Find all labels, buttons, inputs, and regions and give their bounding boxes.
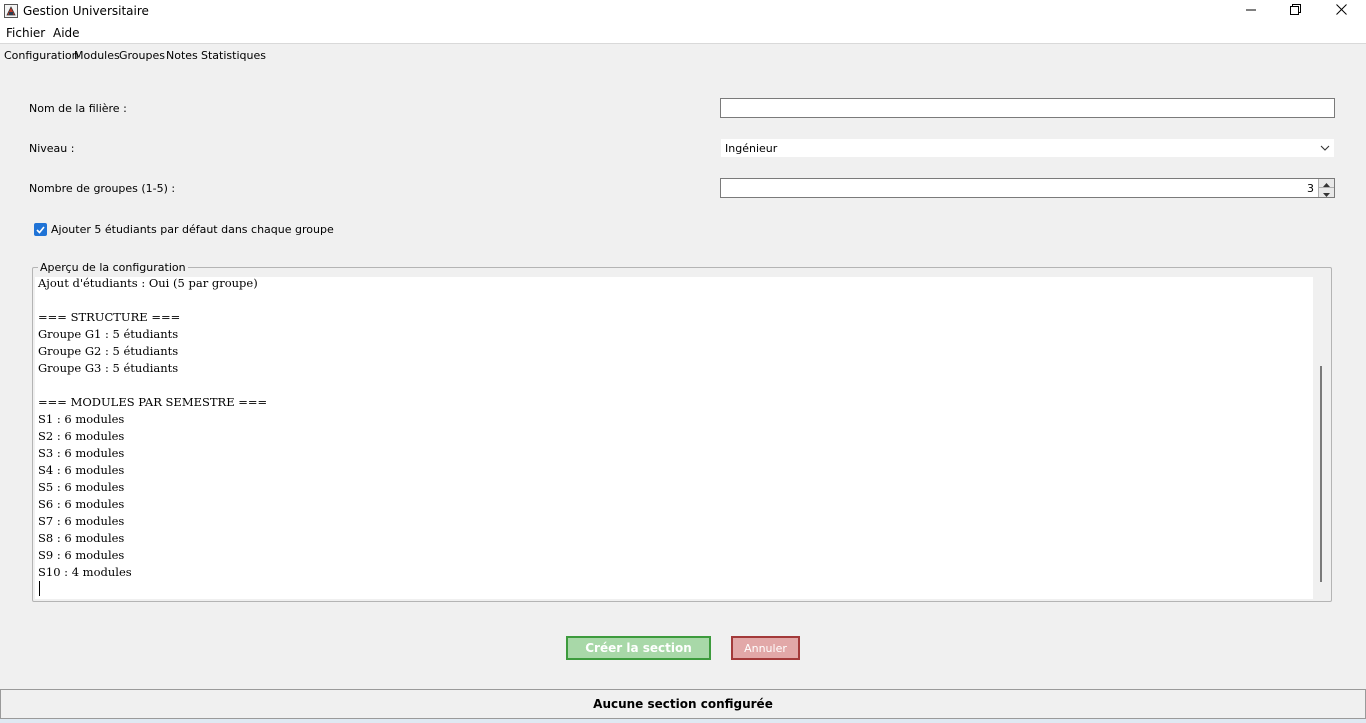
preview-line: S8 : 6 modules — [38, 531, 125, 545]
menu-fichier[interactable]: Fichier — [6, 26, 45, 40]
menu-aide[interactable]: Aide — [53, 26, 80, 40]
checkmark-icon — [36, 223, 45, 237]
chevron-down-icon — [1320, 142, 1330, 156]
window-title: Gestion Universitaire — [23, 4, 149, 18]
niveau-label: Niveau : — [29, 142, 75, 155]
preview-line: S1 : 6 modules — [38, 412, 125, 426]
preview-title: Aperçu de la configuration — [38, 261, 188, 274]
niveau-select[interactable]: Ingénieur — [720, 138, 1335, 158]
groupes-value: 3 — [1307, 182, 1314, 195]
tab-groupes[interactable]: Groupes — [119, 49, 165, 62]
preview-line: S3 : 6 modules — [38, 446, 125, 460]
cancel-button[interactable]: Annuler — [731, 636, 800, 660]
preview-line: S9 : 6 modules — [38, 548, 125, 562]
title-bar: Gestion Universitaire — [0, 0, 1366, 22]
restore-icon — [1289, 4, 1301, 18]
default-students-label[interactable]: Ajouter 5 étudiants par défaut dans chaq… — [51, 223, 334, 236]
preview-line: S10 : 4 modules — [38, 565, 132, 579]
minimize-button[interactable] — [1228, 0, 1274, 22]
minimize-icon — [1246, 4, 1256, 18]
default-students-checkbox[interactable] — [34, 223, 47, 236]
java-app-icon — [4, 4, 18, 18]
tab-statistiques[interactable]: Statistiques — [201, 49, 266, 62]
close-button[interactable] — [1318, 0, 1364, 22]
groupes-spinner[interactable]: 3 — [720, 178, 1335, 198]
tab-bar: Configuration Modules Groupes Notes Stat… — [0, 44, 1366, 66]
preview-line: S7 : 6 modules — [38, 514, 125, 528]
tab-modules[interactable]: Modules — [74, 49, 120, 62]
text-caret — [39, 581, 40, 596]
preview-line: Groupe G1 : 5 étudiants — [38, 327, 179, 341]
preview-line: S4 : 6 modules — [38, 463, 125, 477]
preview-line: Groupe G3 : 5 étudiants — [38, 361, 179, 375]
groupes-label: Nombre de groupes (1-5) : — [29, 182, 176, 195]
tab-configuration[interactable]: Configuration — [4, 49, 79, 62]
maximize-button[interactable] — [1272, 0, 1318, 22]
tab-notes[interactable]: Notes — [166, 49, 198, 62]
niveau-selected-value: Ingénieur — [725, 142, 778, 155]
menu-bar: Fichier Aide — [0, 22, 1366, 44]
status-bar: Aucune section configurée — [0, 689, 1366, 719]
preview-scrollbar-thumb[interactable] — [1320, 366, 1322, 582]
close-icon — [1335, 4, 1347, 18]
spinner-buttons — [1318, 179, 1334, 197]
preview-line: Ajout d'étudiants : Oui (5 par groupe) — [38, 277, 258, 290]
status-text: Aucune section configurée — [593, 697, 773, 711]
spinner-down-button[interactable] — [1319, 188, 1334, 197]
window-bottom-edge — [0, 719, 1366, 723]
preview-line: S6 : 6 modules — [38, 497, 125, 511]
preview-line: === MODULES PAR SEMESTRE === — [38, 395, 268, 409]
create-section-button[interactable]: Créer la section — [566, 636, 711, 660]
preview-textarea[interactable]: Ajout d'étudiants : Oui (5 par groupe) =… — [35, 277, 1313, 599]
app-window: Gestion Universitaire Fichier Aide Confi… — [0, 0, 1366, 723]
filiere-label: Nom de la filière : — [29, 102, 127, 115]
filiere-input[interactable] — [720, 98, 1335, 118]
preview-line: === STRUCTURE === — [38, 310, 181, 324]
preview-line: S2 : 6 modules — [38, 429, 125, 443]
preview-line: S5 : 6 modules — [38, 480, 125, 494]
arrow-down-icon — [1323, 186, 1330, 200]
preview-line: Groupe G2 : 5 étudiants — [38, 344, 179, 358]
